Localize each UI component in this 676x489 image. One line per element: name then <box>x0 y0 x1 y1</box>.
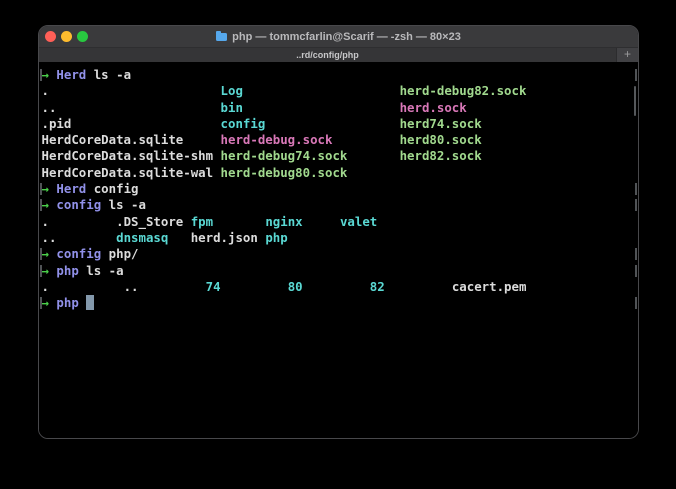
text-segment: herd-debug.sock <box>220 132 400 148</box>
folder-icon <box>216 30 228 41</box>
tab-current-directory[interactable]: ..rd/config/php <box>39 48 616 62</box>
text-segment: nginx <box>265 213 340 229</box>
terminal-line: → Herd config <box>39 181 639 197</box>
prompt-mark <box>39 69 42 81</box>
text-segment: herd82.sock <box>399 148 482 164</box>
text-segment: → <box>41 246 57 262</box>
prompt-mark <box>39 199 42 212</box>
text-segment: config <box>56 197 102 213</box>
text-segment: cacert.pem <box>451 278 527 294</box>
text-segment: php/ <box>101 246 139 262</box>
text-segment: config <box>220 115 400 131</box>
zoom-button[interactable] <box>77 31 88 42</box>
text-segment: → <box>41 197 57 213</box>
text-segment: .. <box>41 99 221 115</box>
text-segment: 74 <box>205 278 288 294</box>
window-title: php — tommcfarlin@Scarif — -zsh — 80×23 <box>216 30 461 43</box>
text-segment: herd-debug82.sock <box>399 83 527 99</box>
terminal-line: .. bin herd.sock <box>42 100 639 116</box>
text-segment: ls -a <box>78 262 124 278</box>
prompt-mark <box>635 248 637 261</box>
text-segment: → <box>41 181 57 197</box>
terminal-line: → Herd ls -a <box>39 67 639 83</box>
text-segment: dnsmasq <box>116 229 191 245</box>
text-segment: herd80.sock <box>399 132 482 148</box>
text-segment: config <box>86 181 139 197</box>
text-segment: → <box>41 262 57 278</box>
text-segment: HerdCoreData.sqlite-shm <box>41 148 221 164</box>
terminal-window: php — tommcfarlin@Scarif — -zsh — 80×23 … <box>38 25 639 439</box>
text-segment: → <box>41 295 57 311</box>
terminal-line: .. dnsmasq herd.json php <box>42 230 639 246</box>
text-segment: Herd <box>56 181 87 197</box>
traffic-lights <box>45 31 88 42</box>
terminal-line: .pid config herd74.sock <box>42 116 639 132</box>
prompt-mark <box>635 199 637 212</box>
terminal-screen[interactable]: → Herd ls -a. Log herd-debug82.sock.. bi… <box>39 62 638 438</box>
window-title-text: php — tommcfarlin@Scarif — -zsh — 80×23 <box>232 30 461 43</box>
terminal-line: → config php/ <box>39 246 639 262</box>
text-segment: 82 <box>369 278 452 294</box>
text-segment: fpm <box>190 213 266 229</box>
terminal-line: . .. 74 80 82 cacert.pem <box>42 279 639 295</box>
terminal-line: → config ls -a <box>39 197 639 213</box>
text-segment: HerdCoreData.sqlite-wal <box>41 164 221 180</box>
terminal-line: . Log herd-debug82.sock <box>42 83 639 99</box>
text-segment: 80 <box>287 278 370 294</box>
text-segment: .DS_Store <box>116 213 191 229</box>
terminal-line: → php ls -a <box>39 262 639 279</box>
text-segment: . <box>41 213 117 229</box>
text-segment: config <box>56 246 102 262</box>
text-segment: . <box>41 278 124 294</box>
close-button[interactable] <box>45 31 56 42</box>
terminal-cursor <box>86 295 94 311</box>
terminal-line: HerdCoreData.sqlite herd-debug.sock herd… <box>42 132 639 148</box>
text-segment: herd.json <box>190 229 266 245</box>
text-segment: .. <box>41 229 117 245</box>
minimize-button[interactable] <box>61 31 72 42</box>
title-bar[interactable]: php — tommcfarlin@Scarif — -zsh — 80×23 <box>39 26 638 47</box>
text-segment: ls -a <box>86 67 132 82</box>
prompt-mark <box>39 297 42 310</box>
text-segment: php <box>56 262 79 278</box>
terminal-line: HerdCoreData.sqlite-wal herd-debug80.soc… <box>42 165 639 181</box>
tab-bar: ..rd/config/php + <box>39 47 638 62</box>
text-segment: .. <box>123 278 206 294</box>
text-segment: valet <box>339 213 378 229</box>
text-segment: HerdCoreData.sqlite <box>41 132 221 148</box>
terminal-line: → php <box>39 295 639 311</box>
prompt-mark <box>39 264 42 277</box>
prompt-mark <box>635 183 637 196</box>
text-segment: php <box>56 295 79 311</box>
text-segment: bin <box>220 99 400 115</box>
new-tab-button[interactable]: + <box>616 48 638 62</box>
text-segment: ls -a <box>101 197 146 213</box>
prompt-mark <box>635 69 637 81</box>
terminal-line: . .DS_Store fpm nginx valet <box>42 214 639 230</box>
prompt-mark <box>635 264 637 277</box>
prompt-mark <box>635 297 637 310</box>
prompt-mark <box>39 248 42 261</box>
text-segment: .pid <box>41 115 221 131</box>
text-segment: → <box>41 67 57 82</box>
text-segment: Log <box>220 83 400 99</box>
text-segment: Herd <box>56 67 87 82</box>
text-segment: php <box>265 229 288 245</box>
text-segment: herd-debug74.sock <box>220 148 400 164</box>
text-segment: herd74.sock <box>399 115 482 131</box>
text-segment: herd-debug80.sock <box>220 164 348 180</box>
text-segment: herd.sock <box>399 99 467 115</box>
text-segment: . <box>41 83 221 99</box>
prompt-mark <box>39 183 42 196</box>
terminal-line: HerdCoreData.sqlite-shm herd-debug74.soc… <box>42 148 639 164</box>
